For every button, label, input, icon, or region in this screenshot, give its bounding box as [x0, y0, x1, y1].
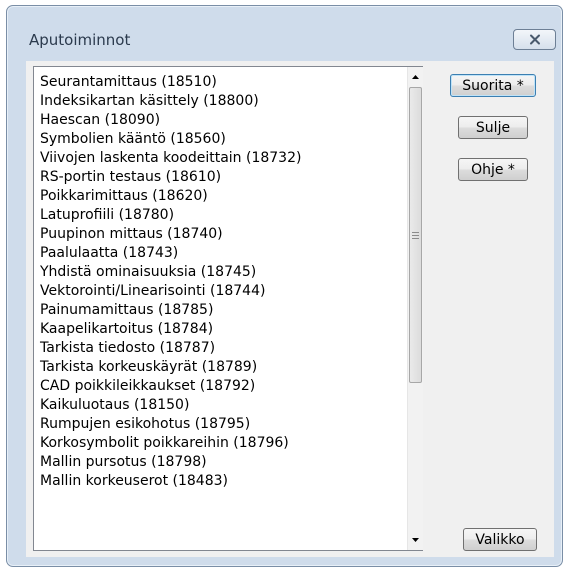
arrow-down-icon	[412, 538, 419, 542]
list-item[interactable]: Puupinon mittaus (18740)	[40, 225, 404, 244]
list-item[interactable]: Vektorointi/Linearisointi (18744)	[40, 282, 404, 301]
list-item[interactable]: Mallin korkeuserot (18483)	[40, 472, 404, 491]
vertical-scrollbar[interactable]	[407, 67, 423, 550]
list-item[interactable]: Kaikuluotaus (18150)	[40, 396, 404, 415]
run-button[interactable]: Suorita *	[450, 74, 536, 97]
list-item[interactable]: Indeksikartan käsittely (18800)	[40, 92, 404, 111]
list-item[interactable]: Haescan (18090)	[40, 111, 404, 130]
scroll-down-button[interactable]	[408, 532, 423, 548]
list-item[interactable]: Korkosymbolit poikkareihin (18796)	[40, 434, 404, 453]
list-item[interactable]: Painumamittaus (18785)	[40, 301, 404, 320]
dialog-client-area: Seurantamittaus (18510) Indeksikartan käs…	[26, 61, 554, 557]
menu-button[interactable]: Valikko	[463, 528, 537, 551]
list-item[interactable]: Tarkista korkeuskäyrät (18789)	[40, 358, 404, 377]
list-item[interactable]: Mallin pursotus (18798)	[40, 453, 404, 472]
list-item[interactable]: CAD poikkileikkaukset (18792)	[40, 377, 404, 396]
help-button[interactable]: Ohje *	[458, 158, 528, 181]
dialog-window: Aputoiminnot Seurantamittaus (18510) Inde…	[6, 5, 563, 567]
window-title: Aputoiminnot	[29, 31, 131, 49]
list-item[interactable]: Rumpujen esikohotus (18795)	[40, 415, 404, 434]
close-x-icon	[529, 34, 540, 45]
list-item[interactable]: Latuprofiili (18780)	[40, 206, 404, 225]
list-item[interactable]: Paalulaatta (18743)	[40, 244, 404, 263]
scroll-up-button[interactable]	[408, 69, 423, 85]
list-item[interactable]: Viivojen laskenta koodeittain (18732)	[40, 149, 404, 168]
list-item[interactable]: Yhdistä ominaisuuksia (18745)	[40, 263, 404, 282]
close-button[interactable]: Sulje	[458, 116, 528, 139]
list-item[interactable]: Tarkista tiedosto (18787)	[40, 339, 404, 358]
list-item[interactable]: Poikkarimittaus (18620)	[40, 187, 404, 206]
function-list: Seurantamittaus (18510) Indeksikartan käs…	[40, 73, 404, 491]
grip-icon	[412, 231, 419, 239]
function-listbox[interactable]: Seurantamittaus (18510) Indeksikartan käs…	[33, 66, 423, 551]
list-item[interactable]: Kaapelikartoitus (18784)	[40, 320, 404, 339]
list-item[interactable]: Symbolien kääntö (18560)	[40, 130, 404, 149]
list-item[interactable]: RS-portin testaus (18610)	[40, 168, 404, 187]
close-window-button[interactable]	[513, 29, 556, 50]
list-item[interactable]: Seurantamittaus (18510)	[40, 73, 404, 92]
scroll-thumb[interactable]	[409, 87, 422, 383]
arrow-up-icon	[412, 75, 419, 79]
